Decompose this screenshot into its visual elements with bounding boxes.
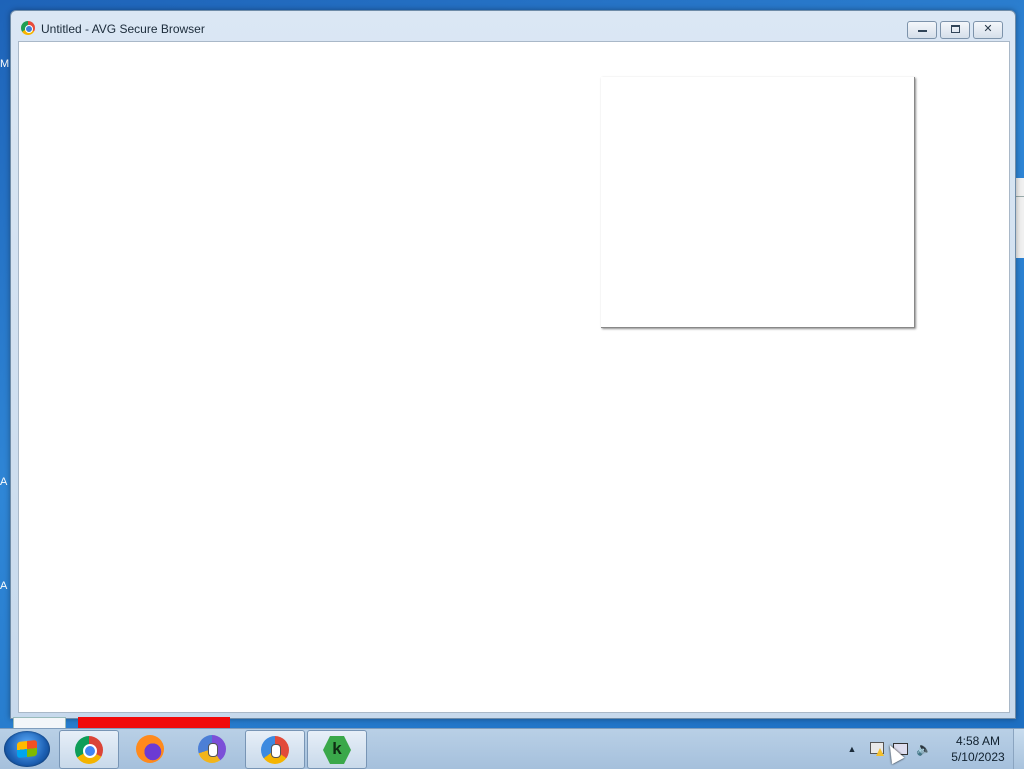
clock-date: 5/10/2023 bbox=[951, 750, 1005, 764]
avg-browser-icon bbox=[261, 736, 289, 764]
avg-browser-icon bbox=[21, 21, 35, 35]
maximize-button[interactable] bbox=[940, 21, 970, 39]
title-bar[interactable]: Untitled - AVG Secure Browser ✕ bbox=[11, 11, 1015, 41]
clock[interactable]: 4:58 AM 5/10/2023 bbox=[938, 733, 1018, 765]
firefox-icon bbox=[136, 735, 164, 763]
blank-popup-panel bbox=[601, 77, 915, 328]
avg-browser-icon bbox=[198, 735, 226, 763]
close-button[interactable]: ✕ bbox=[973, 21, 1003, 39]
show-hidden-icons-icon[interactable]: ▲ bbox=[844, 741, 860, 757]
page-content[interactable] bbox=[18, 41, 1010, 713]
red-progress-strip bbox=[78, 717, 230, 728]
taskbar-item-avg-browser-open[interactable] bbox=[245, 730, 305, 769]
maximize-icon bbox=[950, 25, 960, 33]
desktop-icon-label-fragment: M bbox=[0, 58, 10, 70]
taskbar-item-avg-browser[interactable] bbox=[183, 730, 241, 767]
volume-icon[interactable]: 🔈 bbox=[916, 741, 932, 757]
desktop-icon-label-fragment: A bbox=[0, 580, 8, 592]
windows-logo-icon bbox=[17, 739, 37, 759]
window-title: Untitled - AVG Secure Browser bbox=[41, 22, 205, 36]
chrome-icon bbox=[75, 736, 103, 764]
taskbar-item-chrome[interactable] bbox=[59, 730, 119, 769]
system-tray: ▲ 🔈 4:58 AM 5/10/2023 bbox=[834, 729, 1024, 769]
desktop-icon-label-fragment: A bbox=[0, 476, 8, 488]
taskbar-item-kaspersky[interactable]: k bbox=[307, 730, 367, 769]
show-desktop-button[interactable] bbox=[1013, 729, 1024, 769]
kaspersky-icon: k bbox=[323, 736, 351, 764]
browser-window[interactable]: Untitled - AVG Secure Browser ✕ bbox=[10, 10, 1016, 719]
start-button[interactable] bbox=[4, 731, 50, 767]
taskbar: k ▲ 🔈 4:58 AM 5/10/2023 bbox=[0, 728, 1024, 769]
close-icon: ✕ bbox=[983, 23, 993, 35]
minimize-icon bbox=[917, 30, 927, 32]
minimize-button[interactable] bbox=[907, 21, 937, 39]
action-center-flag-icon[interactable] bbox=[868, 741, 884, 757]
taskbar-item-firefox[interactable] bbox=[121, 730, 179, 767]
clock-time: 4:58 AM bbox=[955, 734, 1001, 748]
